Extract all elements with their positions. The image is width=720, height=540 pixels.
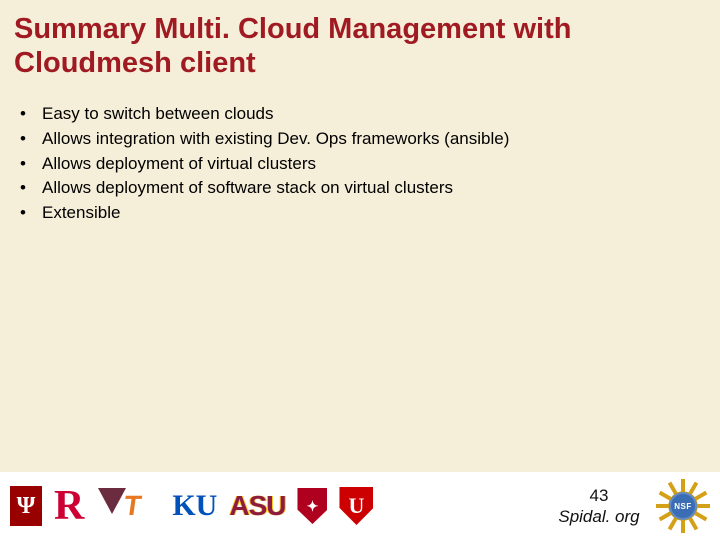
nsf-logo-icon: NSF	[656, 479, 710, 533]
utah-logo-icon: U	[339, 487, 373, 525]
vt-v-icon	[98, 488, 126, 514]
bullet-item: Allows deployment of virtual clusters	[20, 152, 706, 177]
stonybrook-logo-icon: ✦	[297, 488, 327, 524]
page-number: 43	[554, 485, 644, 506]
utah-u-icon: U	[339, 487, 373, 525]
asu-logo-icon: ASU	[229, 490, 285, 522]
iu-logo-icon: Ψ	[10, 486, 42, 526]
nsf-globe-icon: NSF	[669, 492, 697, 520]
bullet-list: Easy to switch between clouds Allows int…	[14, 102, 706, 225]
iu-trident-icon: Ψ	[10, 486, 42, 526]
footer-bar: Ψ R T KU ASU ✦ U 43 Spidal. org	[0, 472, 720, 540]
virginia-tech-logo-icon: T	[96, 486, 160, 526]
bullet-item: Allows integration with existing Dev. Op…	[20, 127, 706, 152]
bullet-item: Allows deployment of software stack on v…	[20, 176, 706, 201]
bullet-item: Extensible	[20, 201, 706, 226]
bullet-item: Easy to switch between clouds	[20, 102, 706, 127]
page-meta: 43 Spidal. org	[554, 485, 644, 528]
shield-icon: ✦	[297, 488, 327, 524]
slide-title: Summary Multi. Cloud Management with Clo…	[14, 12, 706, 80]
site-label: Spidal. org	[554, 506, 644, 527]
rutgers-logo-icon: R	[54, 485, 84, 527]
ku-logo-icon: KU	[172, 489, 217, 523]
slide: Summary Multi. Cloud Management with Clo…	[0, 0, 720, 540]
vt-t-icon: T	[122, 490, 144, 522]
